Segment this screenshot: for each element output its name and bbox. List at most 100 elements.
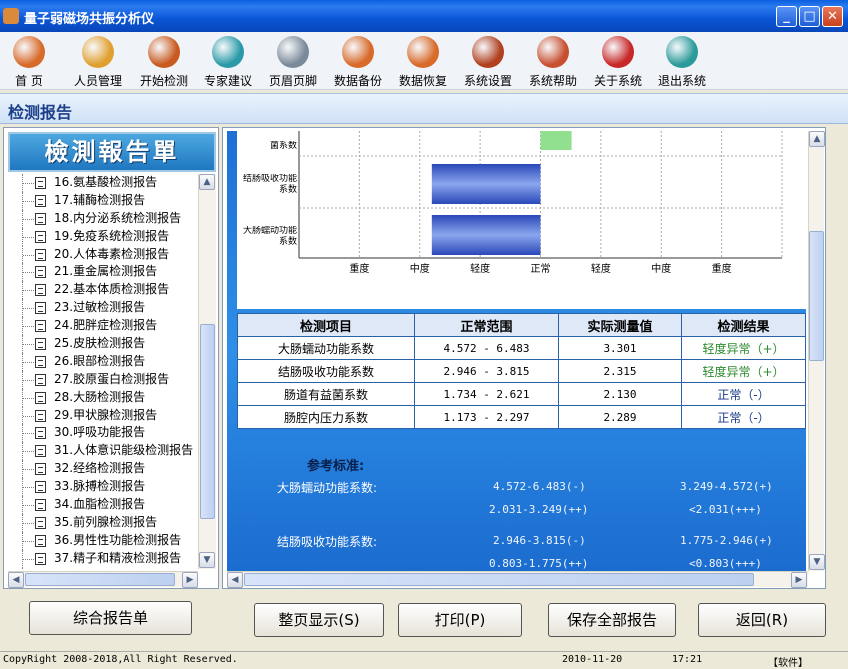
list-item[interactable]: 19.免疫系统检测报告	[8, 228, 198, 246]
list-item[interactable]: 36.男性性功能检测报告	[8, 532, 198, 550]
header-measured: 实际测量值	[559, 314, 682, 337]
document-icon	[35, 266, 46, 278]
list-item[interactable]: 30.呼吸功能报告	[8, 424, 198, 442]
list-item[interactable]: 38.男科检测报告	[8, 568, 198, 569]
list-item[interactable]: 18.内分泌系统检测报告	[8, 210, 198, 228]
document-icon	[35, 427, 46, 439]
toolbar-target-button[interactable]: 关于系统	[590, 34, 646, 90]
list-item[interactable]: 20.人体毒素检测报告	[8, 246, 198, 264]
document-icon	[277, 36, 309, 68]
toolbar-eye-button[interactable]: 开始检测	[136, 34, 192, 90]
reference-item2-v2: 1.775-2.946(+)	[680, 534, 773, 547]
list-item[interactable]: 35.前列腺检测报告	[8, 514, 198, 532]
y-tick-label: 结肠吸收功能系数	[237, 174, 297, 204]
toolbar-tools-button[interactable]: 系统设置	[460, 34, 516, 90]
list-item[interactable]: 27.胶原蛋白检测报告	[8, 371, 198, 389]
list-item[interactable]: 31.人体意识能级检测报告	[8, 442, 198, 460]
list-item-label: 18.内分泌系统检测报告	[54, 211, 181, 225]
tree-branch	[23, 541, 34, 542]
list-item[interactable]: 29.甲状腺检测报告	[8, 407, 198, 425]
full-page-button[interactable]: 整页显示(S)	[254, 603, 384, 637]
toolbar-upload-button[interactable]: 数据备份	[330, 34, 386, 90]
tree-horizontal-scrollbar[interactable]: ◀ ▶	[8, 571, 198, 587]
list-item-label: 35.前列腺检测报告	[54, 515, 157, 529]
close-button[interactable]: ✕	[822, 6, 843, 27]
cell-range: 2.946 - 3.815	[415, 360, 559, 383]
list-item[interactable]: 37.精子和精液检测报告	[8, 550, 198, 568]
toolbar-label: 开始检测	[136, 72, 192, 89]
list-item[interactable]: 16.氨基酸检测报告	[8, 174, 198, 192]
toolbar-home-button[interactable]: 首 页	[4, 34, 54, 90]
list-item-label: 20.人体毒素检测报告	[54, 247, 169, 261]
list-item-label: 28.大肠检测报告	[54, 390, 145, 404]
status-bar: CopyRight 2008-2018,All Right Reserved. …	[0, 651, 848, 667]
tree-branch	[23, 505, 34, 506]
scroll-left-icon[interactable]: ◀	[8, 572, 24, 588]
table-row: 大肠蠕动功能系数4.572 - 6.4833.301轻度异常（+）	[238, 337, 806, 360]
list-item[interactable]: 23.过敏检测报告	[8, 299, 198, 317]
list-item[interactable]: 25.皮肤检测报告	[8, 335, 198, 353]
maximize-button[interactable]: □	[799, 6, 820, 27]
list-item[interactable]: 26.眼部检测报告	[8, 353, 198, 371]
print-button[interactable]: 打印(P)	[398, 603, 522, 637]
list-item[interactable]: 21.重金属检测报告	[8, 263, 198, 281]
toolbar-people-button[interactable]: 人员管理	[70, 34, 126, 90]
scroll-up-icon[interactable]: ▲	[809, 131, 825, 147]
report-vertical-scrollbar[interactable]: ▲ ▼	[808, 131, 824, 571]
scroll-left-icon[interactable]: ◀	[227, 572, 243, 588]
toolbar-power-button[interactable]: 退出系统	[654, 34, 710, 90]
tree-vertical-scrollbar[interactable]: ▲ ▼	[198, 174, 216, 569]
scroll-thumb[interactable]	[809, 231, 824, 361]
tree-branch	[23, 255, 34, 256]
reference-item2-v1: 2.946-3.815(-)	[493, 534, 586, 547]
x-tick-label: 正常	[531, 262, 551, 275]
list-item[interactable]: 22.基本体质检测报告	[8, 281, 198, 299]
toolbar-label: 数据恢复	[395, 72, 451, 89]
list-item[interactable]: 24.肥胖症检测报告	[8, 317, 198, 335]
cell-result: 轻度异常（+）	[682, 360, 806, 383]
minimize-button[interactable]: _	[776, 6, 797, 27]
list-item[interactable]: 17.辅酶检测报告	[8, 192, 198, 210]
document-icon	[35, 284, 46, 296]
toolbar-label: 首 页	[4, 72, 54, 89]
toolbar-shield-button[interactable]: 专家建议	[200, 34, 256, 90]
scroll-down-icon[interactable]: ▼	[199, 552, 215, 568]
report-horizontal-scrollbar[interactable]: ◀ ▶	[227, 571, 808, 587]
section-header: 检测报告	[0, 93, 848, 124]
list-item[interactable]: 33.脉搏检测报告	[8, 478, 198, 496]
toolbar-megaphone-button[interactable]: 系统帮助	[525, 34, 581, 90]
list-item[interactable]: 32.经络检测报告	[8, 460, 198, 478]
toolbar-document-button[interactable]: 页眉页脚	[265, 34, 321, 90]
power-icon	[666, 36, 698, 68]
scroll-thumb[interactable]	[200, 324, 215, 519]
toolbar-label: 页眉页脚	[265, 72, 321, 89]
scroll-down-icon[interactable]: ▼	[809, 554, 825, 570]
toolbar-download-button[interactable]: 数据恢复	[395, 34, 451, 90]
summary-report-button[interactable]: 综合报告单	[29, 601, 192, 635]
tree-branch	[23, 416, 34, 417]
hscroll-thumb[interactable]	[244, 573, 754, 586]
document-icon	[35, 195, 46, 207]
report-content: 菌系数结肠吸收功能系数大肠蠕动功能系数重度中度轻度正常轻度中度重度 检测项目 正…	[227, 131, 806, 571]
document-icon	[35, 535, 46, 547]
save-all-button[interactable]: 保存全部报告	[548, 603, 676, 637]
target-icon	[602, 36, 634, 68]
table-row: 肠道有益菌系数1.734 - 2.6212.130正常（-）	[238, 383, 806, 406]
back-button[interactable]: 返回(R)	[698, 603, 826, 637]
toolbar-label: 系统帮助	[525, 72, 581, 89]
list-item[interactable]: 34.血脂检测报告	[8, 496, 198, 514]
document-icon	[35, 463, 46, 475]
status-date: 2010-11-20	[562, 654, 622, 665]
scroll-right-icon[interactable]: ▶	[182, 572, 198, 588]
cell-measured: 2.130	[559, 383, 682, 406]
list-item[interactable]: 28.大肠检测报告	[8, 389, 198, 407]
cell-measured: 2.315	[559, 360, 682, 383]
scroll-up-icon[interactable]: ▲	[199, 174, 215, 190]
section-title: 检测报告	[8, 99, 72, 123]
list-item-label: 29.甲状腺检测报告	[54, 408, 157, 422]
hscroll-thumb[interactable]	[25, 573, 175, 586]
document-icon	[35, 499, 46, 511]
scroll-right-icon[interactable]: ▶	[791, 572, 807, 588]
reference-item2-v4: <0.803(+++)	[689, 557, 762, 570]
tree-branch	[23, 523, 34, 524]
